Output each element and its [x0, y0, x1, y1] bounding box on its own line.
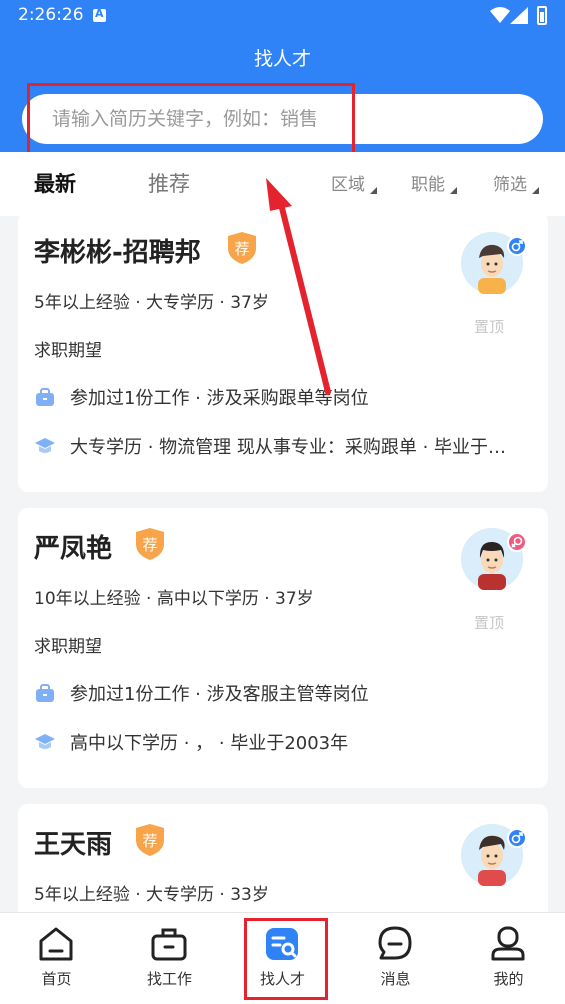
dropdown-triangle-icon: [450, 187, 457, 194]
education-text: 大专学历 · 物流管理 现从事专业：采购跟单 · 毕业于…: [70, 437, 507, 458]
filter-screen-label: 筛选: [493, 175, 527, 195]
nav-find-job-label: 找工作: [146, 970, 192, 988]
graduation-cap-icon: [35, 438, 55, 453]
candidate-card[interactable]: 李彬彬-招聘邦 荐 5年以上经验 · 大专学历 · 37岁 求职期望 参加过1份…: [18, 212, 548, 492]
filter-region-label: 区域: [331, 175, 365, 195]
tab-recommended[interactable]: 推荐: [148, 168, 190, 198]
work-experience: 参加过1份工作 · 涉及客服主管等岗位: [34, 680, 544, 706]
tab-latest[interactable]: 最新: [34, 168, 76, 198]
tab-bar: 最新 推荐 区域 职能 筛选: [0, 152, 565, 216]
page-title: 找人才: [253, 48, 311, 70]
status-time: 2:26:26: [18, 5, 84, 25]
candidate-card[interactable]: 严凤艳 荐 10年以上经验 · 高中以下学历 · 37岁 求职期望 参加过1份工…: [18, 508, 548, 788]
badge-text: 荐: [234, 240, 249, 258]
work-text: 参加过1份工作 · 涉及客服主管等岗位: [70, 684, 369, 705]
dropdown-triangle-icon: [532, 187, 539, 194]
work-experience: 参加过1份工作 · 涉及采购跟单等岗位: [34, 384, 544, 410]
graduation-cap-icon: [35, 734, 55, 749]
candidate-meta: 5年以上经验 · 大专学历 · 33岁: [34, 885, 269, 905]
candidate-meta: 5年以上经验 · 大专学历 · 37岁: [34, 293, 269, 313]
nav-find-job[interactable]: 找工作: [113, 913, 226, 1004]
avatar[interactable]: [461, 528, 527, 590]
job-expectation-label: 求职期望: [34, 341, 102, 361]
briefcase-icon: [36, 388, 54, 406]
candidate-card[interactable]: 王天雨 荐 5年以上经验 · 大专学历 · 33岁 置顶: [18, 804, 548, 928]
badge-text: 荐: [142, 832, 157, 850]
female-gender-icon: [507, 532, 527, 552]
briefcase-icon: [36, 684, 54, 702]
nav-mine-label: 我的: [493, 970, 524, 988]
filter-function-label: 职能: [411, 175, 445, 195]
dropdown-triangle-icon: [370, 187, 377, 194]
signal-icon: [510, 7, 528, 24]
male-gender-icon: [507, 828, 527, 848]
pin-top-button[interactable]: 置顶: [474, 612, 504, 633]
recommend-badge-icon: 荐: [136, 824, 164, 856]
nav-home[interactable]: 首页: [0, 913, 113, 1004]
candidate-name: 李彬彬-招聘邦: [34, 238, 201, 268]
battery-icon: [537, 6, 547, 25]
candidate-meta: 10年以上经验 · 高中以下学历 · 37岁: [34, 589, 314, 609]
message-icon: [378, 926, 412, 960]
badge-text: 荐: [142, 536, 157, 554]
nav-mine[interactable]: 我的: [452, 913, 565, 1004]
work-text: 参加过1份工作 · 涉及采购跟单等岗位: [70, 388, 369, 409]
briefcase-icon: [151, 928, 187, 961]
nav-messages-label: 消息: [380, 970, 411, 988]
status-bar: 2:26:26: [0, 0, 565, 32]
candidate-name: 严凤艳: [34, 534, 113, 564]
home-icon: [39, 927, 73, 961]
profile-icon: [491, 926, 525, 961]
education-info: 高中以下学历 · ， · 毕业于2003年: [34, 729, 544, 755]
wifi-icon: [490, 7, 510, 23]
candidate-name: 王天雨: [34, 830, 113, 860]
nav-messages[interactable]: 消息: [339, 913, 452, 1004]
pin-top-button[interactable]: 置顶: [474, 316, 504, 337]
nav-highlight-box: [244, 918, 328, 1000]
education-text: 高中以下学历 · ， · 毕业于2003年: [70, 733, 349, 754]
filter-region[interactable]: 区域: [331, 170, 377, 195]
filter-screen[interactable]: 筛选: [493, 170, 539, 195]
job-expectation-label: 求职期望: [34, 637, 102, 657]
avatar[interactable]: [461, 824, 527, 886]
education-info: 大专学历 · 物流管理 现从事专业：采购跟单 · 毕业于…: [34, 433, 544, 459]
notification-a-icon: [93, 7, 106, 22]
search-highlight-box: [27, 83, 355, 156]
nav-home-label: 首页: [41, 970, 72, 988]
recommend-badge-icon: 荐: [136, 528, 164, 560]
filter-function[interactable]: 职能: [411, 170, 457, 195]
recommend-badge-icon: 荐: [228, 232, 256, 264]
avatar[interactable]: [461, 232, 527, 294]
male-gender-icon: [507, 236, 527, 256]
